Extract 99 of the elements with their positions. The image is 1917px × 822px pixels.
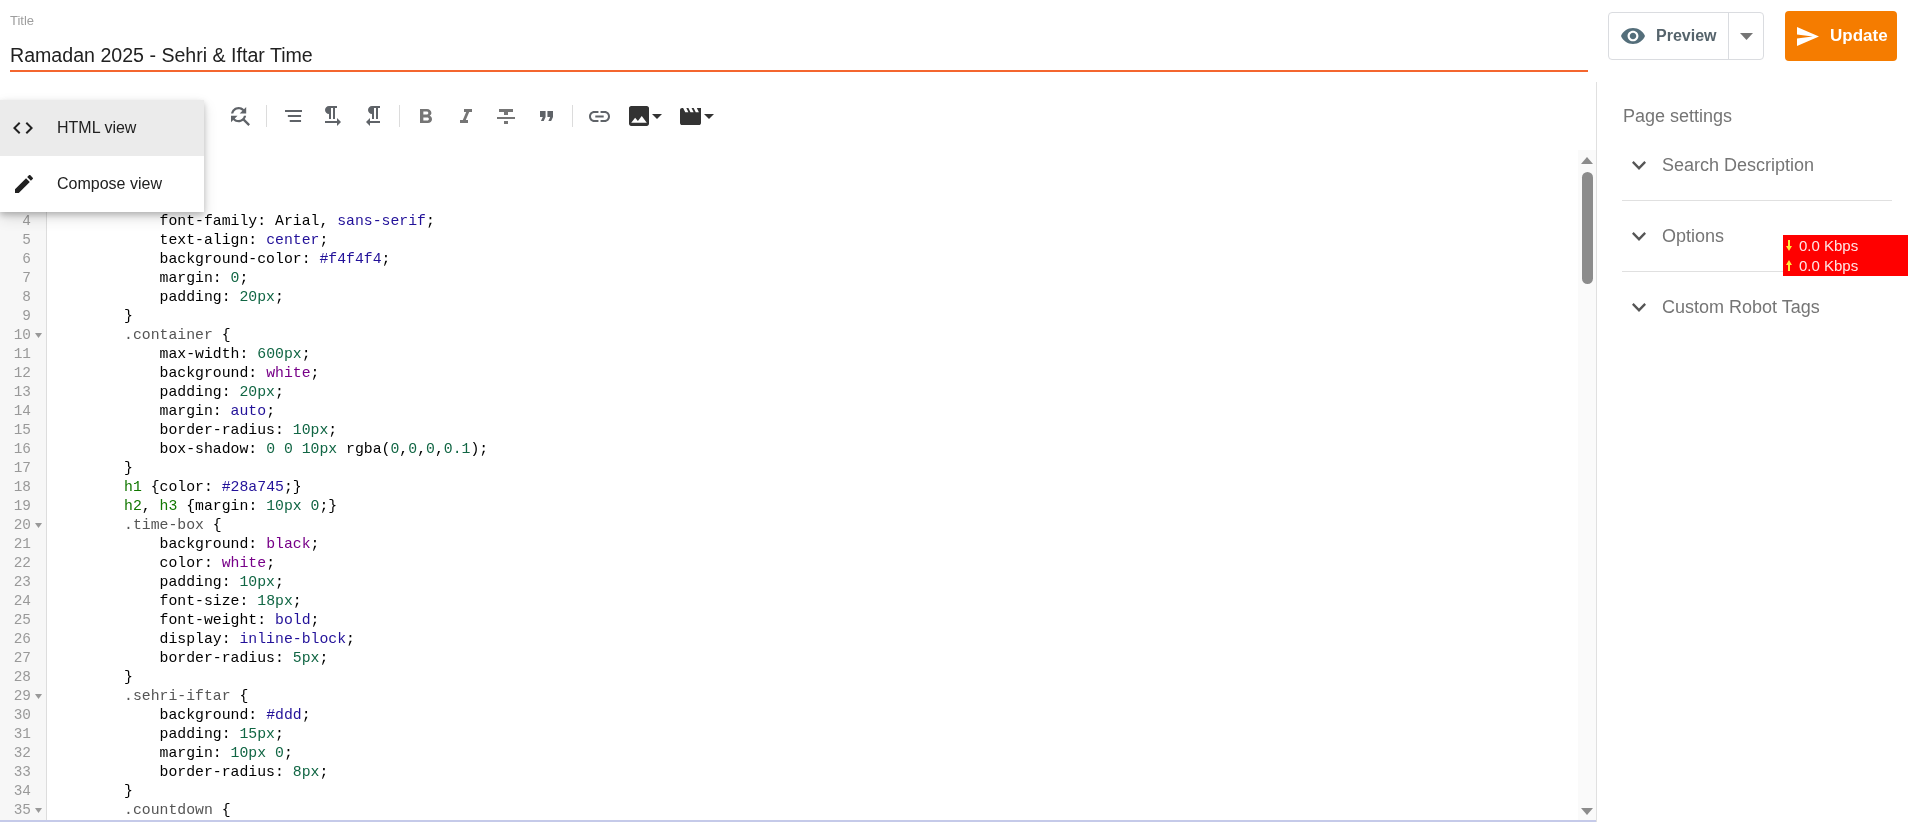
code-line: color: white; [159, 555, 276, 571]
menu-item[interactable]: Compose view [0, 156, 204, 212]
line-number: 16 [13, 441, 31, 457]
line-number: 12 [13, 365, 31, 381]
line-number: 14 [13, 403, 31, 419]
field-label: Title [10, 13, 35, 29]
code-line: font-size: 18px; [159, 593, 302, 609]
code-line: font-family: Arial, sans-serif; [159, 213, 435, 229]
code-line: } [124, 308, 133, 324]
text-align-icon[interactable] [284, 110, 302, 122]
italic-icon[interactable] [460, 109, 472, 123]
line-number: 20 [13, 517, 31, 533]
code-line: text-align: center; [159, 232, 329, 248]
code-line: } [124, 783, 133, 799]
caret-icon [1739, 32, 1753, 40]
line-number: 33 [13, 764, 31, 780]
scrollbar-thumb[interactable] [1581, 172, 1593, 284]
code-line: box-shadow: 0 0 10px rgba(0,0,0,0.1); [159, 441, 489, 457]
code-line: .time-box { [124, 517, 222, 533]
network-rate: 0.0 Kbps [1799, 236, 1859, 255]
quote-icon[interactable] [539, 111, 553, 121]
code-line: background: #ddd; [159, 707, 311, 723]
line-number: 23 [13, 574, 31, 590]
line-number: 31 [13, 726, 31, 742]
scroll-down-arrow-icon[interactable] [1581, 808, 1593, 815]
code-line: padding: 20px; [159, 384, 284, 400]
code-line: .sehri-iftar { [124, 688, 249, 704]
code-line: margin: auto; [159, 403, 276, 419]
pencil-icon [15, 175, 33, 193]
line-number: 4 [22, 213, 31, 229]
code-line: background: white; [159, 365, 320, 381]
code-line: border-radius: 8px; [159, 764, 329, 780]
line-number: 25 [13, 612, 31, 628]
panel-heading: Page settings [1623, 105, 1733, 127]
code-line: display: inline-block; [159, 631, 355, 647]
line-number: 10 [13, 327, 31, 343]
up-arrow-icon [1786, 260, 1792, 271]
code-line: } [124, 460, 133, 476]
line-number: 18 [13, 479, 31, 495]
code-line: background: black; [159, 536, 320, 552]
code-line: h1 {color: #28a745;} [124, 479, 302, 495]
code-line: margin: 10px 0; [159, 745, 293, 761]
fold-caret-icon[interactable] [35, 523, 42, 528]
line-number: 21 [13, 536, 31, 552]
code-icon [13, 122, 33, 134]
code-line: padding: 10px; [159, 574, 284, 590]
find-replace-icon[interactable] [230, 106, 250, 126]
code-line: background-color: #f4f4f4; [159, 251, 391, 267]
line-number: 34 [13, 783, 31, 799]
eye-icon [1621, 28, 1645, 44]
line-number: 30 [13, 707, 31, 723]
line-number: 17 [13, 460, 31, 476]
code-line: border-radius: 10px; [159, 422, 338, 438]
text-direction-ltr-icon[interactable] [325, 106, 341, 126]
clapperboard-icon[interactable] [680, 107, 701, 125]
code-line: .countdown { [124, 802, 231, 818]
code-line: } [124, 669, 133, 685]
fold-caret-icon[interactable] [35, 333, 42, 338]
caret-icon[interactable] [704, 113, 714, 119]
code-line: font-weight: bold; [159, 612, 320, 628]
line-number: 24 [13, 593, 31, 609]
line-number: 27 [13, 650, 31, 666]
line-number: 5 [22, 232, 31, 248]
scroll-up-arrow-icon[interactable] [1581, 157, 1593, 164]
code-line: max-width: 600px; [159, 346, 311, 362]
line-number: 6 [22, 251, 31, 267]
line-number: 29 [13, 688, 31, 704]
fold-caret-icon[interactable] [35, 808, 42, 813]
line-number: 26 [13, 631, 31, 647]
send-icon [1797, 26, 1819, 46]
line-number: 9 [22, 308, 31, 324]
line-number: 22 [13, 555, 31, 571]
line-number: 13 [13, 384, 31, 400]
link-icon[interactable] [588, 110, 610, 122]
code-line: border-radius: 5px; [159, 650, 329, 666]
line-number: 8 [22, 289, 31, 305]
strikethrough-icon[interactable] [497, 108, 515, 124]
line-number: 15 [13, 422, 31, 438]
down-arrow-icon [1786, 240, 1792, 251]
bold-icon[interactable] [420, 109, 432, 123]
settings-section-toggle[interactable]: Search Description [1622, 130, 1892, 200]
line-number: 11 [13, 346, 31, 362]
caret-icon[interactable] [651, 113, 662, 119]
preview-button[interactable]: Preview [1609, 13, 1728, 59]
title-input[interactable]: Ramadan 2025 - Sehri & Iftar Time [10, 43, 1588, 72]
text-direction-rtl-icon[interactable] [366, 106, 380, 126]
line-number: 32 [13, 745, 31, 761]
code-line: padding: 15px; [159, 726, 284, 742]
code-line: padding: 20px; [159, 289, 284, 305]
fold-caret-icon[interactable] [35, 694, 42, 699]
code-line: margin: 0; [159, 270, 249, 286]
line-number: 28 [13, 669, 31, 685]
code-line: h2, h3 {margin: 10px 0;} [124, 498, 338, 514]
code-line: .container { [124, 327, 231, 343]
line-number: 19 [13, 498, 31, 514]
image-icon[interactable] [628, 106, 649, 126]
line-number: 35 [13, 802, 31, 818]
line-number: 7 [22, 270, 31, 286]
menu-item[interactable]: HTML view [0, 100, 204, 156]
